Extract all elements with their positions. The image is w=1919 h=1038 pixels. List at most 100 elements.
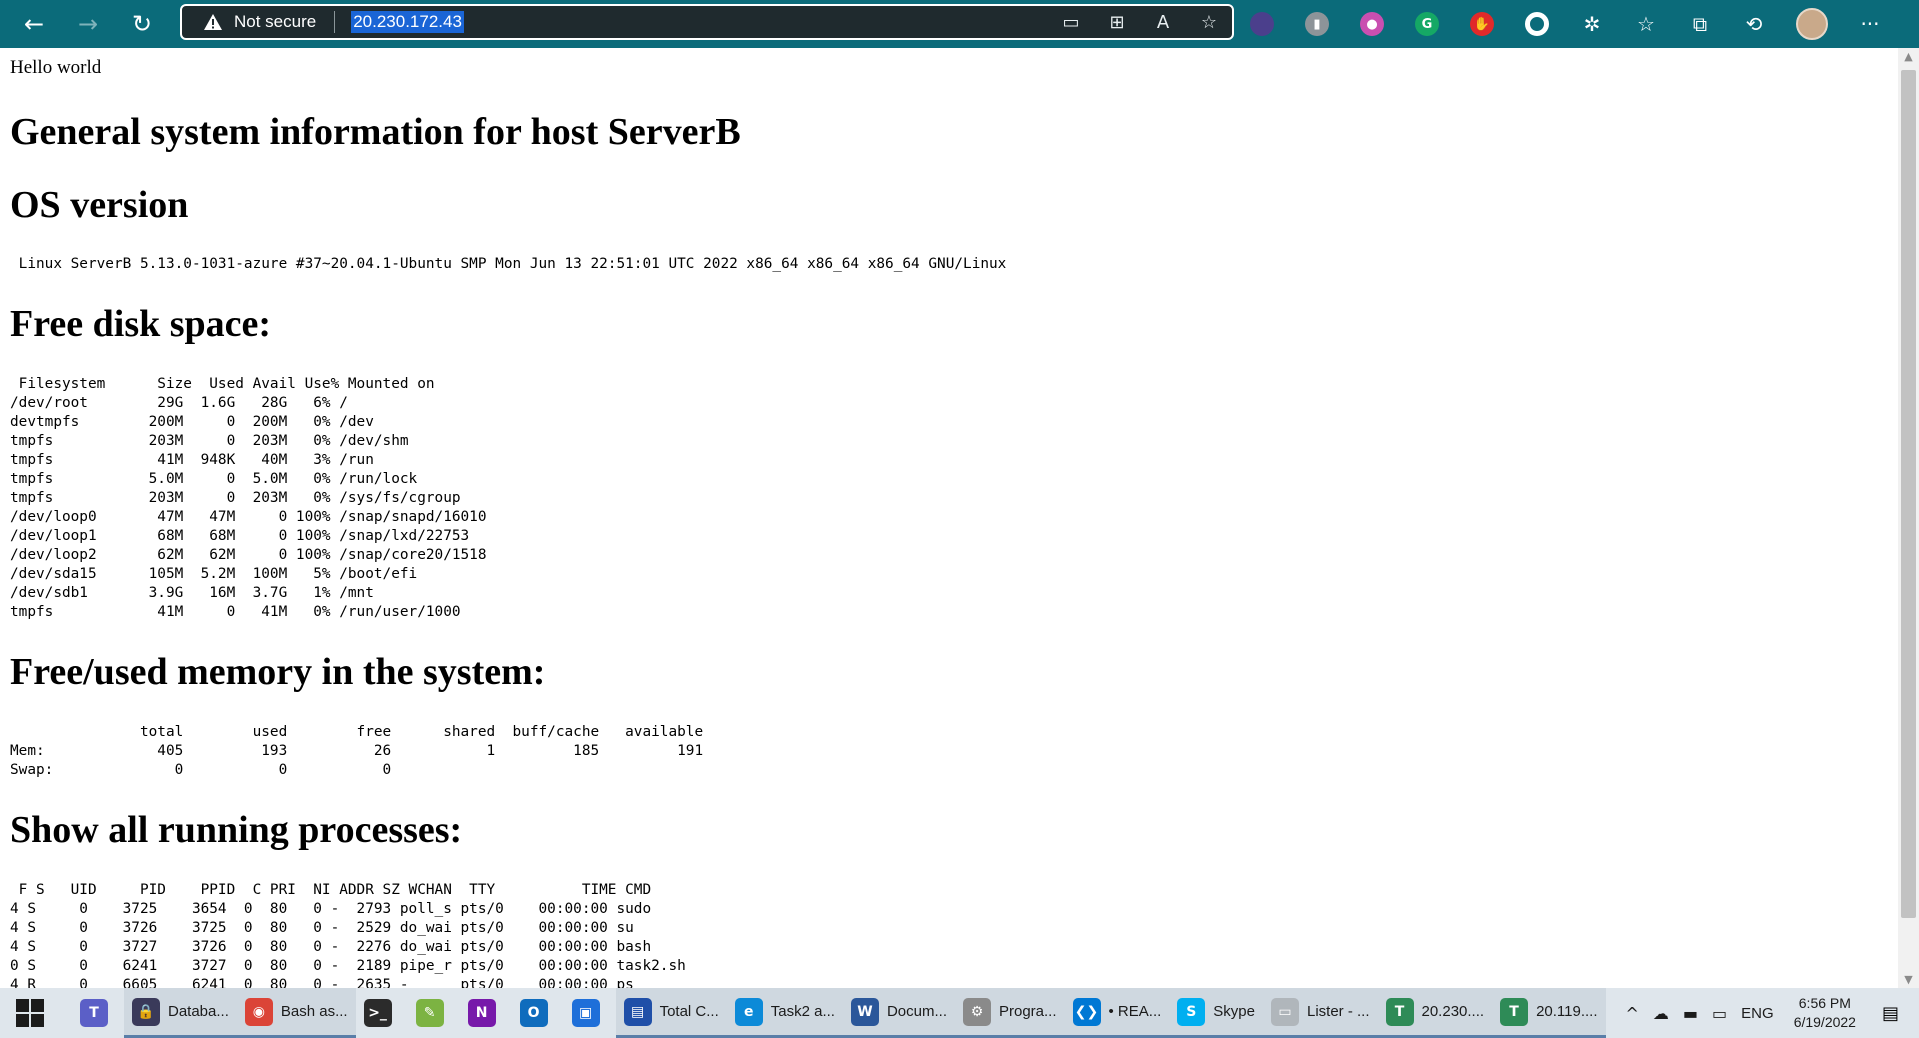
scrollbar-thumb[interactable] — [1901, 70, 1916, 918]
profile-avatar[interactable] — [1796, 8, 1828, 40]
onedrive-icon[interactable]: ☁ — [1653, 1004, 1669, 1023]
scroll-up-arrow-icon[interactable]: ▲ — [1898, 48, 1919, 65]
taskbar-database[interactable]: 🔒 Databa... — [124, 988, 237, 1038]
back-arrow-icon: ← — [23, 10, 45, 38]
grammarly-icon[interactable]: G — [1415, 12, 1439, 36]
address-divider — [334, 11, 336, 33]
taskbar-item-label: 20.119.... — [1536, 1003, 1598, 1020]
app-available-icon[interactable]: ▭ — [1058, 12, 1084, 33]
taskbar-item-label: Progra... — [998, 1003, 1057, 1020]
extension-red-icon[interactable]: ✋ — [1470, 12, 1494, 36]
back-button[interactable]: ← — [14, 4, 54, 44]
putty-1-icon: T — [1385, 997, 1414, 1026]
notepadpp-icon: ✎ — [415, 999, 444, 1027]
taskbar-item-label: Databa... — [168, 1003, 229, 1020]
network-icon[interactable]: ▬ — [1683, 1004, 1698, 1023]
taskbar-vscode[interactable]: ❮❯ • REA... — [1064, 988, 1170, 1038]
show-hidden-icons-chevron-icon[interactable]: ^ — [1626, 1004, 1639, 1023]
add-favorite-icon[interactable]: ☆ — [1196, 12, 1222, 33]
history-icon[interactable]: ⟲ — [1742, 12, 1766, 36]
vscode-icon: ❮❯ — [1072, 997, 1101, 1026]
taskbar-remote-desktop[interactable]: ▣ — [564, 988, 616, 1038]
browser-toolbar: ← → ↻ Not secure 20.230.172.43 ▭ ⊞ A͏ ☆ ▮ ● G… — [0, 0, 1919, 48]
taskbar-item-label: Bash as... — [280, 1003, 348, 1020]
total-commander-icon: ▤ — [623, 997, 652, 1026]
taskbar-terminal[interactable]: >_ — [356, 988, 408, 1038]
clock[interactable]: 6:56 PM 6/19/2022 — [1794, 994, 1856, 1032]
address-bar-actions: ▭ ⊞ A͏ ☆ — [1058, 6, 1222, 38]
taskbar-edge[interactable]: e Task2 a... — [726, 988, 843, 1038]
os-version-text: Linux ServerB 5.13.0-1031-azure #37~20.0… — [10, 256, 1007, 272]
taskbar-putty-2[interactable]: T 20.119.... — [1492, 988, 1606, 1038]
processes-table: F S UID PID PPID C PRI NI ADDR SZ WCHAN … — [10, 882, 686, 988]
remote-desktop-icon: ▣ — [571, 999, 600, 1027]
word-icon: W — [850, 997, 879, 1026]
windows-start-icon[interactable] — [16, 999, 44, 1027]
taskbar-chrome-bash[interactable]: ◉ Bash as... — [236, 988, 356, 1038]
extension-white-icon[interactable] — [1525, 12, 1549, 36]
taskbar-skype[interactable]: S Skype — [1169, 988, 1263, 1038]
taskbar-item-label: Total C... — [659, 1003, 719, 1020]
url-text[interactable]: 20.230.172.43 — [351, 11, 464, 33]
favorites-icon[interactable]: ☆ — [1634, 12, 1658, 36]
security-status-label[interactable]: Not secure — [234, 12, 316, 32]
greeting-text: Hello world — [10, 57, 102, 78]
clock-time: 6:56 PM — [1798, 995, 1851, 1011]
taskbar-apps: T 🔒 Databa... ◉ Bash as... >_ ✎ N O ▣ ▤ Total C... e… — [72, 988, 1606, 1038]
extension-purple-icon[interactable] — [1250, 12, 1274, 36]
memory-table: total used free shared buff/cache availa… — [10, 724, 704, 778]
refresh-icon: ↻ — [131, 10, 153, 38]
taskbar-item-label: Lister - ... — [1306, 1003, 1370, 1020]
teams-icon: T — [80, 999, 108, 1027]
collections-icon[interactable]: ⧉ — [1688, 12, 1712, 36]
extension-chart-icon[interactable]: ▮ — [1305, 12, 1329, 36]
forward-arrow-icon: → — [77, 10, 99, 38]
system-tray: ^ ☁ ▬ ▭ ENG 6:56 PM 6/19/2022 ▤ — [1626, 988, 1919, 1038]
page-title: General system information for host Serv… — [10, 111, 741, 153]
onenote-icon: N — [467, 999, 496, 1027]
taskbar-item-label: Docum... — [886, 1003, 947, 1020]
apps-icon[interactable]: ⊞ — [1104, 12, 1130, 33]
lister-icon: ▭ — [1270, 997, 1299, 1026]
skype-icon: S — [1177, 997, 1206, 1026]
scroll-down-arrow-icon[interactable]: ▼ — [1898, 971, 1919, 988]
taskbar-lister[interactable]: ▭ Lister - ... — [1262, 988, 1378, 1038]
database-icon: 🔒 — [132, 997, 160, 1026]
extension-colorwheel-icon[interactable]: ● — [1360, 12, 1384, 36]
taskbar-programs[interactable]: ⚙ Progra... — [954, 988, 1065, 1038]
taskbar-item-label: Task2 a... — [770, 1003, 835, 1020]
disk-space-table: Filesystem Size Used Avail Use% Mounted … — [10, 376, 487, 620]
notifications-icon[interactable]: ▤ — [1882, 1003, 1899, 1024]
os-version-heading: OS version — [10, 184, 189, 226]
taskbar-teams[interactable]: T — [72, 988, 124, 1038]
taskbar-notepadpp[interactable]: ✎ — [408, 988, 460, 1038]
taskbar-putty-1[interactable]: T 20.230.... — [1377, 988, 1493, 1038]
memory-heading: Free/used memory in the system: — [10, 651, 546, 693]
page-content: Hello world General system information f… — [0, 48, 1898, 988]
terminal-icon: >_ — [363, 999, 392, 1027]
language-indicator[interactable]: ENG — [1741, 1005, 1774, 1022]
extensions-bar: ▮ ● G ✋ ✲ ☆ ⧉ ⟲ ··· — [1250, 0, 1912, 48]
taskbar-word[interactable]: W Docum... — [842, 988, 955, 1038]
processes-heading: Show all running processes: — [10, 809, 463, 851]
read-aloud-icon[interactable]: A͏ — [1150, 12, 1176, 33]
taskbar-item-label: 20.230.... — [1421, 1003, 1485, 1020]
chrome-bash-icon: ◉ — [244, 997, 273, 1026]
address-bar[interactable]: Not secure 20.230.172.43 ▭ ⊞ A͏ ☆ — [180, 4, 1234, 40]
disk-space-heading: Free disk space: — [10, 303, 272, 345]
forward-button[interactable]: → — [68, 4, 108, 44]
settings-menu-icon[interactable]: ··· — [1858, 12, 1882, 36]
taskbar-item-label: • REA... — [1108, 1003, 1162, 1020]
outlook-icon: O — [519, 999, 548, 1027]
taskbar-outlook[interactable]: O — [512, 988, 564, 1038]
taskbar-item-label: Skype — [1213, 1003, 1255, 1020]
taskbar-total-commander[interactable]: ▤ Total C... — [615, 988, 727, 1038]
programs-icon: ⚙ — [962, 997, 991, 1026]
display-icon[interactable]: ▭ — [1712, 1004, 1727, 1023]
refresh-button[interactable]: ↻ — [122, 4, 162, 44]
taskbar-onenote[interactable]: N — [460, 988, 512, 1038]
warning-triangle-icon[interactable] — [202, 11, 224, 33]
edge-icon: e — [734, 997, 763, 1026]
vertical-scrollbar[interactable]: ▲ ▼ — [1898, 48, 1919, 988]
extensions-icon[interactable]: ✲ — [1580, 12, 1604, 36]
